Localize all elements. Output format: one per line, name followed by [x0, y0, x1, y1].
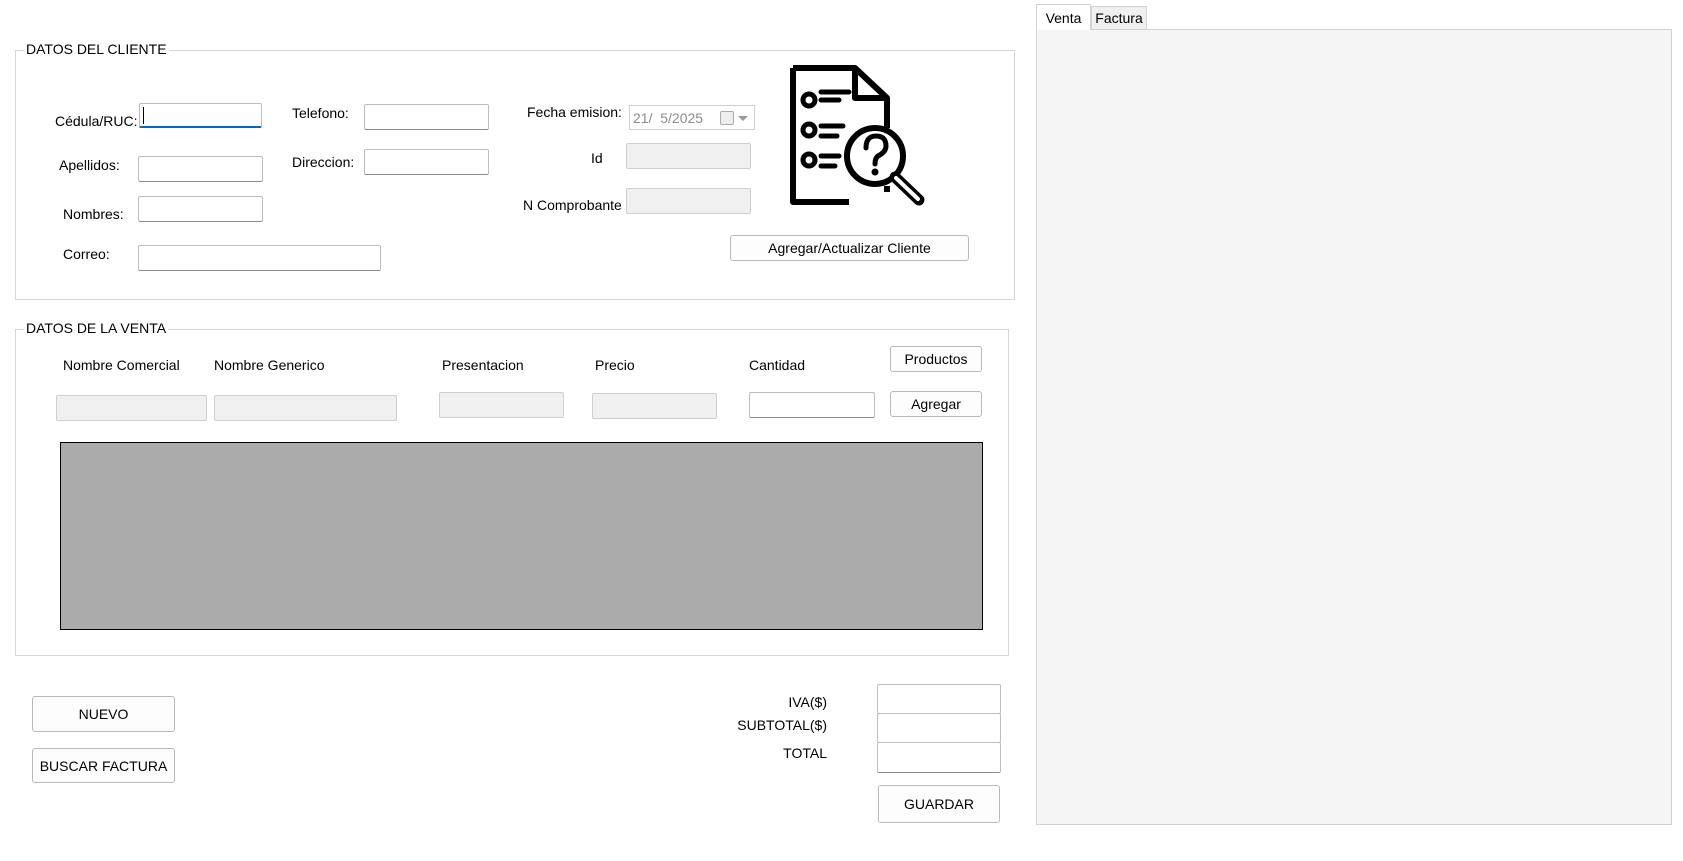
sale-data-legend: DATOS DE LA VENTA [24, 320, 169, 336]
tab-factura[interactable]: Factura [1091, 6, 1147, 30]
apellidos-input[interactable] [138, 156, 263, 182]
invoice-search-icon [787, 64, 930, 207]
id-label: Id [591, 150, 603, 166]
text-caret [143, 107, 144, 124]
fecha-emision-label: Fecha emision: [527, 104, 622, 120]
sale-items-grid[interactable] [60, 442, 983, 630]
nombres-label: Nombres: [63, 206, 124, 222]
comprobante-label: N Comprobante [523, 197, 622, 213]
comprobante-input [626, 188, 751, 214]
correo-input[interactable] [138, 245, 381, 271]
nombres-input[interactable] [138, 196, 263, 222]
id-input [626, 143, 751, 169]
col-nombre-comercial-label: Nombre Comercial [63, 357, 180, 373]
chevron-down-icon[interactable] [738, 116, 748, 121]
cedula-label: Cédula/RUC: [55, 113, 138, 129]
telefono-label: Telefono: [292, 105, 349, 121]
col-cantidad-label: Cantidad [749, 357, 806, 373]
calendar-icon[interactable] [720, 111, 734, 125]
correo-label: Correo: [63, 246, 110, 262]
fecha-emision-picker[interactable]: 21/ 5/2025 [629, 105, 755, 130]
direccion-input[interactable] [364, 149, 489, 175]
tab-venta[interactable]: Venta [1036, 4, 1091, 30]
add-update-client-button[interactable]: Agregar/Actualizar Cliente [730, 235, 969, 261]
subtotal-input [877, 713, 1001, 743]
direccion-label: Direccion: [292, 154, 355, 170]
save-button[interactable]: GUARDAR [878, 785, 1000, 823]
search-invoice-button[interactable]: BUSCAR FACTURA [32, 748, 175, 783]
cantidad-input[interactable] [749, 392, 875, 418]
apellidos-label: Apellidos: [59, 157, 120, 173]
total-label: TOTAL [783, 745, 827, 761]
iva-input [877, 684, 1001, 714]
col-presentacion-label: Presentacion [442, 357, 524, 373]
tab-panel [1036, 29, 1672, 825]
subtotal-label: SUBTOTAL($) [737, 717, 827, 733]
col-nombre-generico-label: Nombre Generico [214, 357, 325, 373]
presentacion-input [439, 392, 564, 418]
cedula-input[interactable] [139, 103, 262, 128]
nombre-generico-input [214, 395, 397, 421]
nombre-comercial-input [56, 395, 207, 421]
col-precio-label: Precio [595, 357, 635, 373]
total-input [877, 742, 1001, 773]
add-product-button[interactable]: Agregar [890, 391, 982, 417]
precio-input [592, 393, 717, 419]
iva-label: IVA($) [788, 694, 827, 710]
fecha-emision-value: 21/ 5/2025 [633, 109, 704, 126]
client-data-legend: DATOS DEL CLIENTE [24, 41, 169, 57]
telefono-input[interactable] [364, 104, 489, 130]
new-button[interactable]: NUEVO [32, 696, 175, 732]
products-button[interactable]: Productos [890, 346, 982, 372]
